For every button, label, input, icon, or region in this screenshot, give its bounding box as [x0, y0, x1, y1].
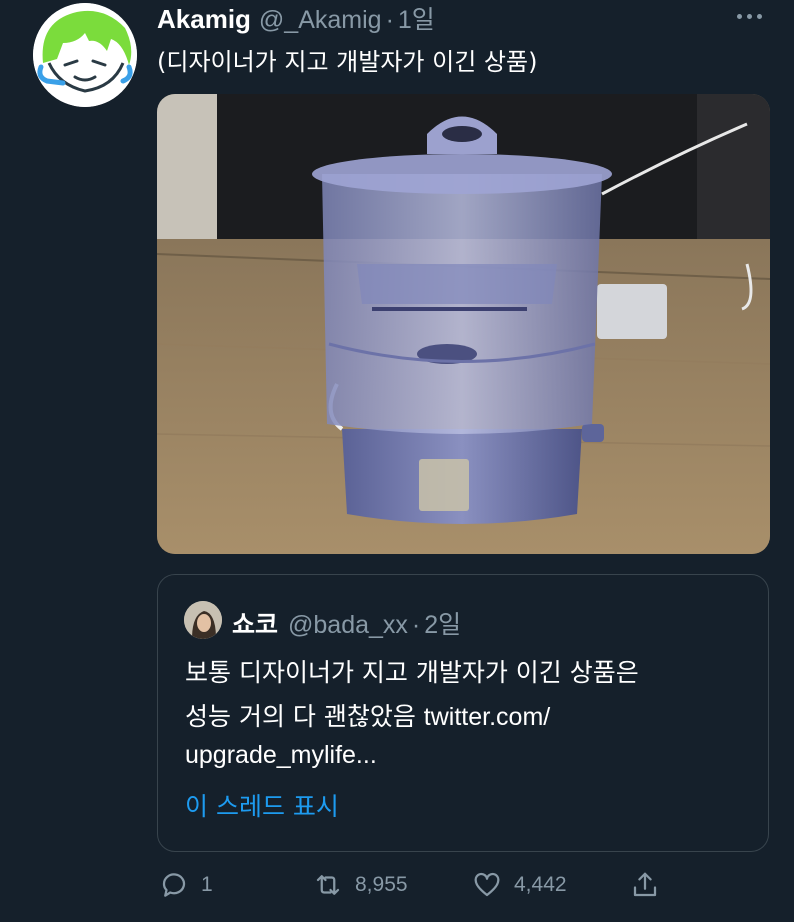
quoted-author-name: 쇼코: [232, 610, 279, 639]
author-handle[interactable]: @_Akamig: [259, 6, 382, 35]
reply-icon: [162, 873, 186, 897]
person-photo-icon: [184, 601, 222, 639]
retweet-icon: [316, 875, 340, 895]
water-dispenser-photo-icon: [157, 94, 770, 554]
quoted-tweet-header: 쇼코 @bada_xx · 2일: [232, 605, 461, 641]
tweet-photo[interactable]: [157, 94, 770, 554]
avatar-illustration-icon: [33, 3, 137, 107]
author-avatar[interactable]: [33, 3, 137, 107]
tweet-action-bar: 1 8,955 4,442: [0, 870, 794, 904]
author-name[interactable]: Akamig: [157, 4, 251, 35]
quoted-tweet-link: twitter.com/: [423, 703, 551, 731]
quoted-tweet-timestamp: 2일: [424, 611, 462, 639]
retweet-button[interactable]: 8,955: [313, 870, 408, 900]
reply-count: 1: [201, 873, 213, 896]
like-count: 4,442: [514, 873, 567, 896]
quoted-tweet-text-line: 성능 거의 다 괜찮았음 twitter.com/: [185, 697, 550, 733]
tweet-timestamp[interactable]: 1일: [398, 0, 435, 36]
share-icon: [633, 872, 657, 897]
quoted-tweet-text: 성능 거의 다 괜찮았음: [185, 702, 424, 731]
separator-dot: ·: [411, 611, 421, 639]
tweet-text: (디자이너가 지고 개발자가 이긴 상품): [157, 48, 538, 76]
quoted-author-handle: @bada_xx: [288, 611, 408, 639]
quoted-tweet-link-continuation: upgrade_mylife...: [185, 741, 377, 769]
like-button[interactable]: 4,442: [472, 870, 567, 900]
quoted-author-avatar[interactable]: [184, 601, 222, 639]
retweet-count: 8,955: [355, 873, 408, 896]
share-button[interactable]: [630, 870, 660, 900]
tweet-header: Akamig @_Akamig · 1일: [157, 0, 435, 35]
quoted-tweet[interactable]: 쇼코 @bada_xx · 2일 보통 디자이너가 지고 개발자가 이긴 상품은…: [157, 574, 769, 852]
heart-icon: [474, 872, 500, 897]
more-options-icon[interactable]: [737, 14, 767, 24]
separator-dot: ·: [385, 6, 394, 34]
show-thread-link[interactable]: 이 스레드 표시: [185, 787, 339, 823]
reply-button[interactable]: 1: [159, 870, 213, 900]
quoted-tweet-text-line: 보통 디자이너가 지고 개발자가 이긴 상품은: [185, 658, 639, 687]
